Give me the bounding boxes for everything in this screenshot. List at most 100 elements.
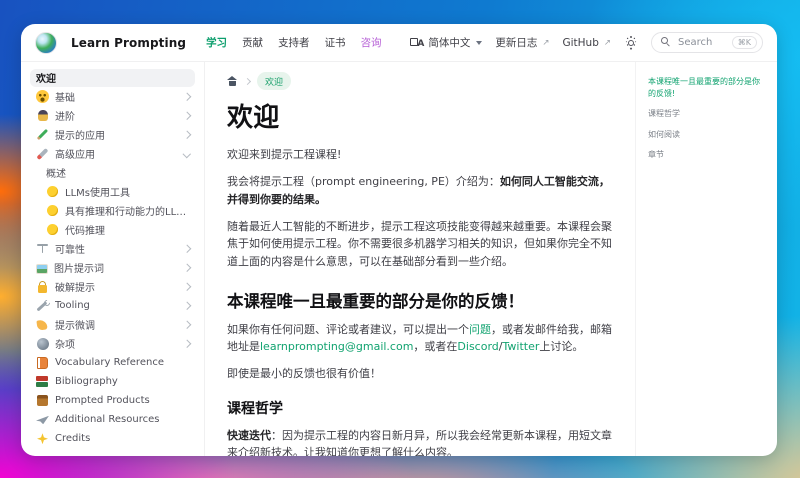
article-body: 欢迎来到提示工程课程! 我会将提示工程（prompt engineering, P… [227, 146, 613, 456]
sidebar-item[interactable]: 破解提示 [30, 278, 195, 296]
inline-link[interactable]: learnprompting@gmail.com [260, 340, 413, 353]
globe-icon [36, 337, 49, 350]
search-input[interactable]: Search ⌘K [651, 31, 763, 54]
pencil-icon [36, 128, 49, 141]
smiley-icon [36, 90, 49, 104]
external-link-icon: ↗ [603, 37, 611, 48]
navbar-link[interactable]: 支持者 [278, 35, 310, 50]
text-span: 如果你有任何问题、评论或者建议，可以提出一个 [227, 322, 469, 336]
navbar-link[interactable]: 学习 [206, 35, 227, 50]
changelog-label: 更新日志 [495, 37, 538, 49]
sidebar-item[interactable]: Vocabulary Reference [30, 354, 195, 372]
sidebar-item-label: Credits [55, 433, 91, 445]
external-link-icon: ↗ [542, 37, 550, 48]
navbar-link[interactable]: 咨询 [361, 35, 382, 50]
chevron-right-icon [182, 92, 191, 101]
paragraph: 快速迭代：因为提示工程的内容日新月异，所以我会经常更新本课程，用短文章来介绍新技… [227, 427, 613, 456]
home-icon[interactable] [227, 76, 238, 86]
brand-name[interactable]: Learn Prompting [71, 36, 186, 50]
text-span: ：因为提示工程的内容日新月异，所以我会经常更新本课程，用短文章来介绍新技术。让我… [227, 428, 612, 456]
sparkles-icon [36, 432, 49, 445]
chevron-right-icon [182, 320, 191, 329]
navbar-right: 简体中文 更新日志 ↗ GitHub ↗ Search ⌘K [410, 31, 763, 54]
sidebar-item-label: 欢迎 [36, 74, 56, 86]
yellow-circle-icon [47, 186, 58, 198]
changelog-link[interactable]: 更新日志 ↗ [495, 35, 549, 50]
sidebar-item-label: 图片提示词 [54, 264, 104, 276]
sidebar-item[interactable]: 具有推理和行动能力的LLMs [40, 202, 195, 220]
sun-icon[interactable] [624, 35, 638, 50]
toc-item[interactable]: 本课程唯一且最重要的部分是你的反馈! [648, 76, 765, 99]
app-window: Learn Prompting 学习贡献支持者证书咨询 简体中文 更新日志 ↗ … [21, 24, 777, 456]
text-span: 上讨论。 [539, 340, 584, 354]
sidebar-item[interactable]: Credits [30, 430, 195, 448]
sidebar-item[interactable]: LLMs使用工具 [40, 183, 195, 201]
text-span: 欢迎来到提示工程课程! [227, 148, 342, 161]
learn-prompting-logo[interactable] [35, 31, 57, 54]
sidebar-item-label: Bibliography [55, 376, 118, 388]
paragraph: 欢迎来到提示工程课程! [227, 146, 613, 164]
language-label: 简体中文 [428, 37, 471, 49]
sidebar-item-label: 进阶 [55, 112, 75, 124]
sidebar-item[interactable]: 进阶 [30, 107, 195, 125]
inline-link[interactable]: Twitter [503, 340, 540, 353]
chevron-right-icon [182, 263, 191, 272]
toc-item[interactable]: 章节 [648, 149, 765, 161]
sidebar-item[interactable]: Tooling [30, 297, 195, 315]
chevron-right-icon [182, 339, 191, 348]
bold-text: 快速迭代 [227, 428, 271, 442]
sidebar-item-label: Prompted Products [55, 395, 150, 407]
search-placeholder: Search [678, 37, 713, 48]
sidebar-item-label: Additional Resources [55, 414, 160, 426]
navbar-link[interactable]: 贡献 [242, 35, 263, 50]
picture-icon [36, 263, 48, 274]
chevron-right-icon [243, 77, 252, 85]
paragraph: 我会将提示工程（prompt engineering, PE）介绍为：如何同人工… [227, 173, 613, 208]
book-icon [37, 356, 48, 369]
sidebar-item[interactable]: Bibliography [30, 373, 195, 391]
search-icon [661, 37, 672, 48]
sidebar-item[interactable]: 高级应用 [30, 145, 195, 163]
github-link[interactable]: GitHub ↗ [562, 37, 611, 49]
sidebar-nav: 欢迎基础进阶提示的应用高级应用 概述 LLMs使用工具 具有推理和行动能力的LLMs 代… [21, 62, 205, 456]
sidebar-item-label: 提示的应用 [55, 131, 105, 143]
yellow-circle-icon [47, 224, 58, 236]
navbar-link[interactable]: 证书 [325, 35, 346, 50]
sidebar-item[interactable]: 提示的应用 [30, 126, 195, 144]
toc-item[interactable]: 课程哲学 [648, 108, 765, 120]
sidebar-item[interactable]: 代码推理 [40, 221, 195, 239]
sidebar-item[interactable]: 提示微调 [30, 316, 195, 334]
sidebar-item-label: 破解提示 [55, 283, 95, 295]
sidebar-item[interactable]: Prompted Products [30, 392, 195, 410]
books-icon [36, 375, 49, 388]
text-span: 随着最近人工智能的不断进步，提示工程这项技能变得越来越重要。本课程会聚焦于如何使… [227, 219, 612, 268]
sidebar-item[interactable]: 基础 [30, 88, 195, 106]
lock-icon [36, 280, 49, 293]
toc-item[interactable]: 如何阅读 [648, 129, 765, 141]
breadcrumb: 欢迎 [227, 72, 613, 90]
top-navbar: Learn Prompting 学习贡献支持者证书咨询 简体中文 更新日志 ↗ … [21, 24, 777, 62]
page-title: 欢迎 [227, 103, 280, 133]
table-of-contents: 本课程唯一且最重要的部分是你的反馈! 课程哲学如何阅读章节 [635, 62, 777, 456]
breadcrumb-current[interactable]: 欢迎 [257, 72, 292, 90]
sidebar-item[interactable]: 可靠性 [30, 240, 195, 258]
sidebar-item[interactable]: 概述 [40, 164, 195, 182]
section-heading: 本课程唯一且最重要的部分是你的反馈！ [227, 291, 524, 311]
chevron-right-icon [182, 111, 191, 120]
paragraph: 如果你有任何问题、评论或者建议，可以提出一个问题，或者发邮件给我，邮箱地址是le… [227, 321, 613, 356]
section-heading: 课程哲学 [227, 400, 283, 417]
sidebar-item[interactable]: 图片提示词 [30, 259, 195, 277]
search-shortcut-badge: ⌘K [731, 35, 757, 50]
package-icon [37, 395, 48, 407]
inline-link[interactable]: Discord [457, 340, 498, 353]
github-label: GitHub [562, 36, 599, 49]
scale-icon [36, 242, 49, 255]
sidebar-item[interactable]: Additional Resources [30, 411, 195, 429]
chevron-right-icon [182, 244, 191, 253]
sidebar-item[interactable]: 欢迎 [30, 69, 195, 87]
language-selector[interactable]: 简体中文 [410, 35, 483, 50]
inline-link[interactable]: 问题 [469, 323, 491, 336]
sidebar-item[interactable]: 杂项 [30, 335, 195, 353]
wrench-icon [36, 299, 49, 312]
text-span: 即使是最小的反馈也很有价值！ [227, 367, 381, 381]
